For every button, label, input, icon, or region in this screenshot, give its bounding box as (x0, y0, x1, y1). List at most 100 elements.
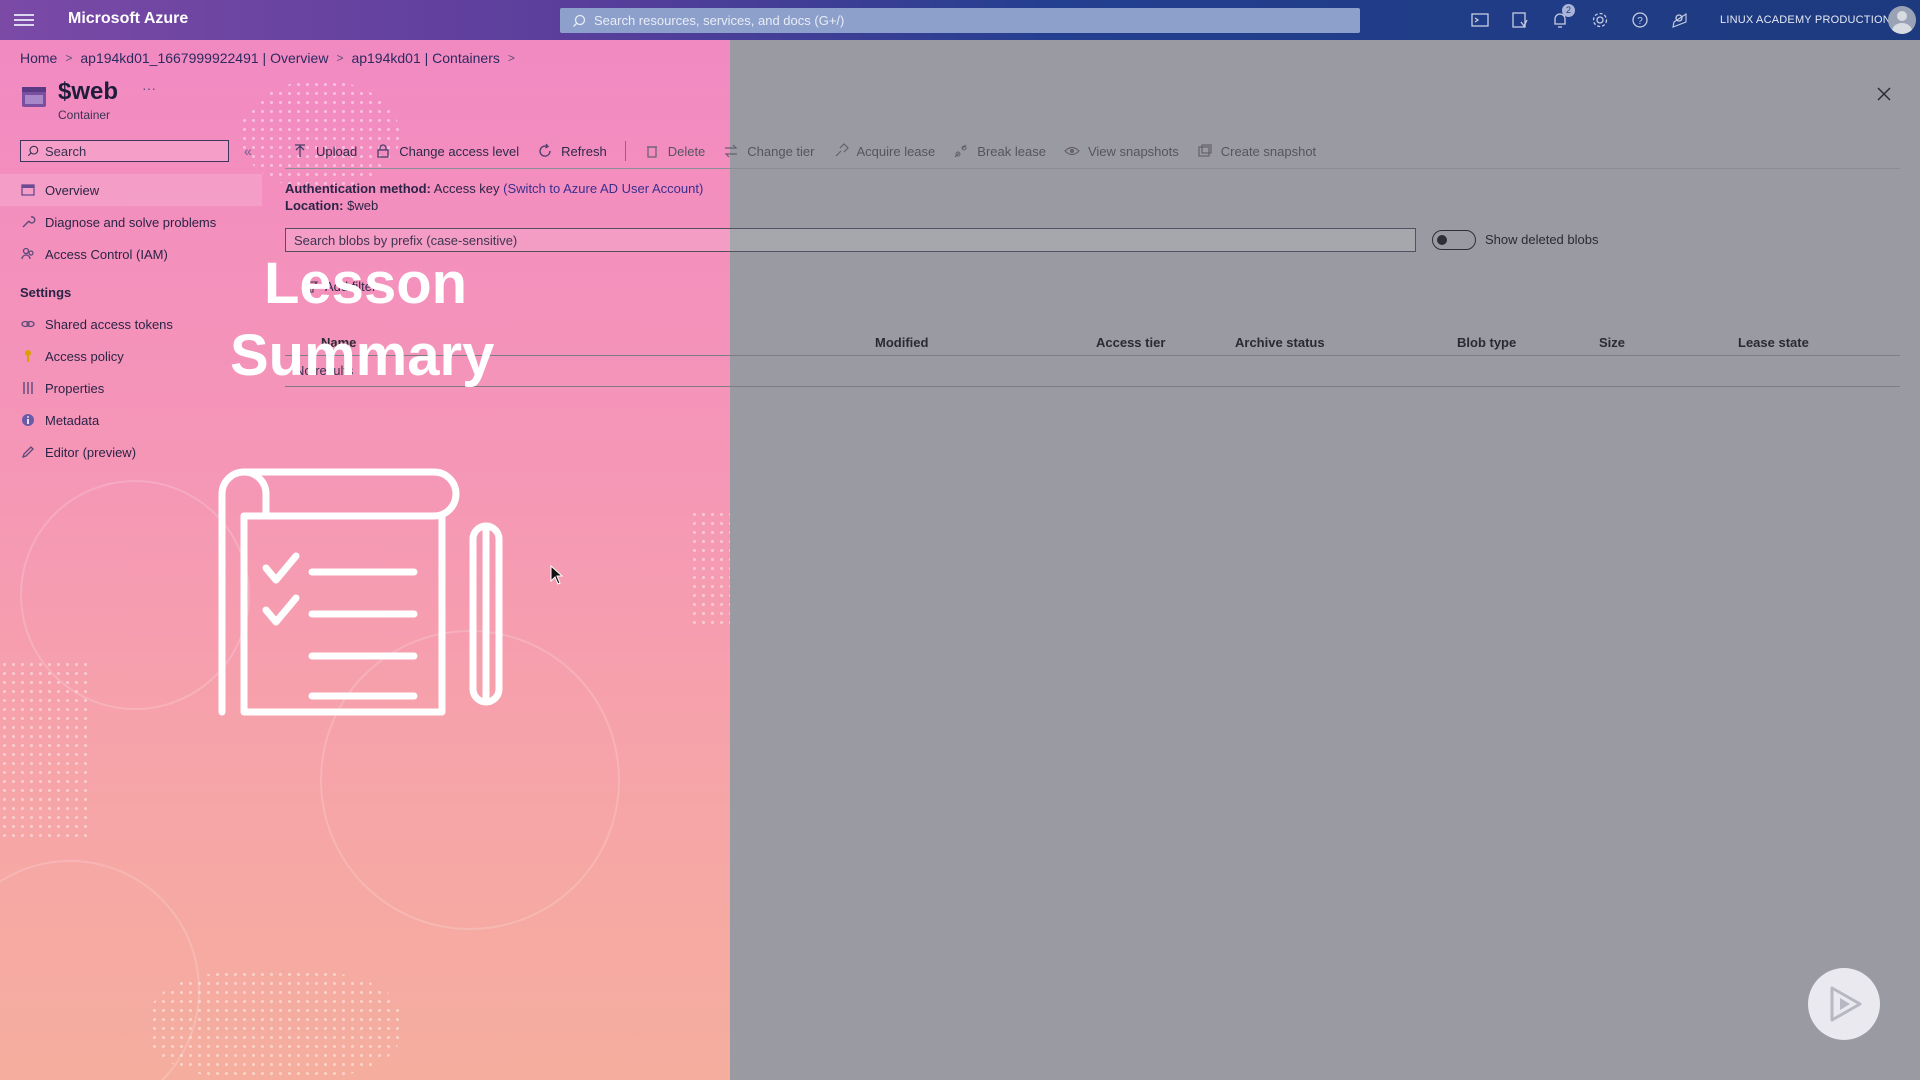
eye-icon (1064, 146, 1080, 156)
sidebar-item-metadata[interactable]: Metadata (0, 404, 262, 436)
change-tier-button[interactable]: Change tier (723, 143, 815, 159)
play-icon (1830, 986, 1862, 1022)
create-snapshot-button[interactable]: Create snapshot (1197, 143, 1316, 159)
show-deleted-toggle[interactable] (1432, 230, 1476, 250)
header-divider (285, 355, 1900, 356)
overview-icon (21, 184, 35, 196)
delete-label: Delete (667, 143, 706, 159)
cloud-shell-icon[interactable] (1470, 10, 1490, 30)
settings-gear-icon[interactable] (1590, 10, 1610, 30)
breadcrumb-home[interactable]: Home (20, 50, 57, 66)
chevron-right-icon: > (507, 51, 515, 65)
toolbar-divider-line (285, 168, 1900, 169)
view-snapshots-button[interactable]: View snapshots (1064, 143, 1179, 159)
sidebar-item-label: Metadata (45, 412, 100, 428)
sidebar-item-shared-access-tokens[interactable]: Shared access tokens (0, 308, 262, 340)
location-label: Location: (285, 198, 344, 213)
column-header-blob-type[interactable]: Blob type (1457, 335, 1516, 350)
search-icon (573, 14, 586, 27)
break-lease-button[interactable]: Break lease (953, 143, 1046, 159)
collapse-sidebar-icon[interactable]: « (244, 143, 252, 159)
change-access-level-button[interactable]: Change access level (375, 143, 519, 159)
brand-title[interactable]: Microsoft Azure (68, 10, 188, 28)
lock-icon (377, 144, 389, 158)
sidebar-section-settings: Settings (20, 285, 72, 300)
avatar[interactable] (1888, 6, 1916, 34)
link-icon (835, 143, 849, 157)
lesson-title-line1: Lesson (264, 251, 468, 316)
sidebar-nav: Overview Diagnose and solve problems Acc… (0, 174, 262, 468)
breadcrumb: Home > ap194kd01_1667999922491 | Overview… (20, 50, 523, 66)
notifications-icon[interactable]: 2 (1550, 4, 1575, 30)
broken-link-icon (954, 144, 967, 158)
column-header-archive-status[interactable]: Archive status (1235, 335, 1325, 350)
breadcrumb-containers[interactable]: ap194kd01 | Containers (351, 50, 499, 66)
sidebar-item-label: Access policy (45, 348, 124, 364)
sidebar-item-iam[interactable]: Access Control (IAM) (0, 238, 262, 270)
directory-filter-icon[interactable] (1510, 10, 1530, 30)
mouse-cursor-icon (550, 565, 564, 585)
wrench-icon (22, 216, 36, 228)
location-value: $web (347, 198, 379, 213)
column-header-access-tier[interactable]: Access tier (1096, 335, 1165, 350)
show-deleted-label: Show deleted blobs (1485, 232, 1599, 247)
search-icon (27, 145, 39, 157)
link-icon (21, 320, 35, 328)
info-icon (22, 414, 34, 426)
checklist-illustration-icon (218, 468, 503, 716)
sidebar-item-diagnose[interactable]: Diagnose and solve problems (0, 206, 262, 238)
sidebar-item-label: Diagnose and solve problems (45, 214, 217, 230)
key-icon (25, 350, 31, 362)
sidebar-search-placeholder: Search (45, 143, 87, 159)
change-access-label: Change access level (399, 143, 520, 159)
acquire-lease-button[interactable]: Acquire lease (833, 143, 936, 159)
chevron-right-icon: > (65, 51, 73, 65)
sidebar-item-overview[interactable]: Overview (0, 174, 262, 206)
create-snapshot-label: Create snapshot (1220, 143, 1317, 159)
auth-method-label: Authentication method: (285, 181, 431, 196)
sidebar-item-properties[interactable]: Properties (0, 372, 262, 404)
sidebar-item-access-policy[interactable]: Access policy (0, 340, 262, 372)
column-header-modified[interactable]: Modified (875, 335, 928, 350)
column-header-lease-state[interactable]: Lease state (1738, 335, 1809, 350)
break-lease-label: Break lease (977, 143, 1046, 159)
more-options-icon[interactable]: ··· (142, 80, 156, 96)
table-header: Name Modified Access tier Archive status… (285, 328, 1900, 356)
column-header-size[interactable]: Size (1599, 335, 1625, 350)
pencil-icon (21, 446, 34, 459)
sidebar-item-label: Editor (preview) (45, 444, 137, 460)
help-icon[interactable]: ? (1630, 10, 1650, 30)
delete-button[interactable]: Delete (644, 143, 706, 159)
auth-info: Authentication method: Access key (Switc… (285, 180, 703, 214)
command-bar: Upload Change access level Refresh Delet… (292, 140, 1334, 162)
global-search-input[interactable]: Search resources, services, and docs (G+… (560, 8, 1360, 33)
sidebar-item-label: Access Control (IAM) (45, 246, 168, 262)
refresh-button[interactable]: Refresh (537, 143, 607, 159)
upload-button[interactable]: Upload (292, 143, 357, 159)
refresh-icon (539, 143, 551, 157)
acquire-lease-label: Acquire lease (856, 143, 936, 159)
account-name[interactable]: LINUX ACADEMY PRODUCTION ... (1720, 14, 1904, 26)
play-button[interactable] (1808, 968, 1880, 1040)
swap-icon (724, 144, 738, 158)
breadcrumb-overview[interactable]: ap194kd01_1667999922491 | Overview (80, 50, 328, 66)
upload-label: Upload (316, 143, 358, 159)
snapshot-icon (1198, 144, 1212, 157)
switch-auth-link[interactable]: (Switch to Azure AD User Account) (503, 181, 703, 196)
top-bar: Microsoft Azure Search resources, servic… (0, 0, 1920, 40)
feedback-icon[interactable] (1670, 10, 1690, 30)
sidebar-search-input[interactable]: Search (20, 140, 229, 162)
close-icon[interactable] (1874, 84, 1894, 104)
toolbar-divider (624, 141, 626, 161)
chevron-right-icon: > (336, 51, 344, 65)
row-divider (285, 386, 1900, 387)
refresh-label: Refresh (561, 143, 607, 159)
sidebar-item-label: Overview (45, 182, 100, 198)
menu-icon[interactable] (14, 11, 34, 29)
sidebar-item-label: Properties (45, 380, 105, 396)
lesson-title-line2: Summary (230, 323, 495, 388)
properties-icon (23, 382, 33, 394)
change-tier-label: Change tier (747, 143, 815, 159)
svg-text:?: ? (1637, 16, 1643, 27)
people-icon (21, 247, 34, 260)
